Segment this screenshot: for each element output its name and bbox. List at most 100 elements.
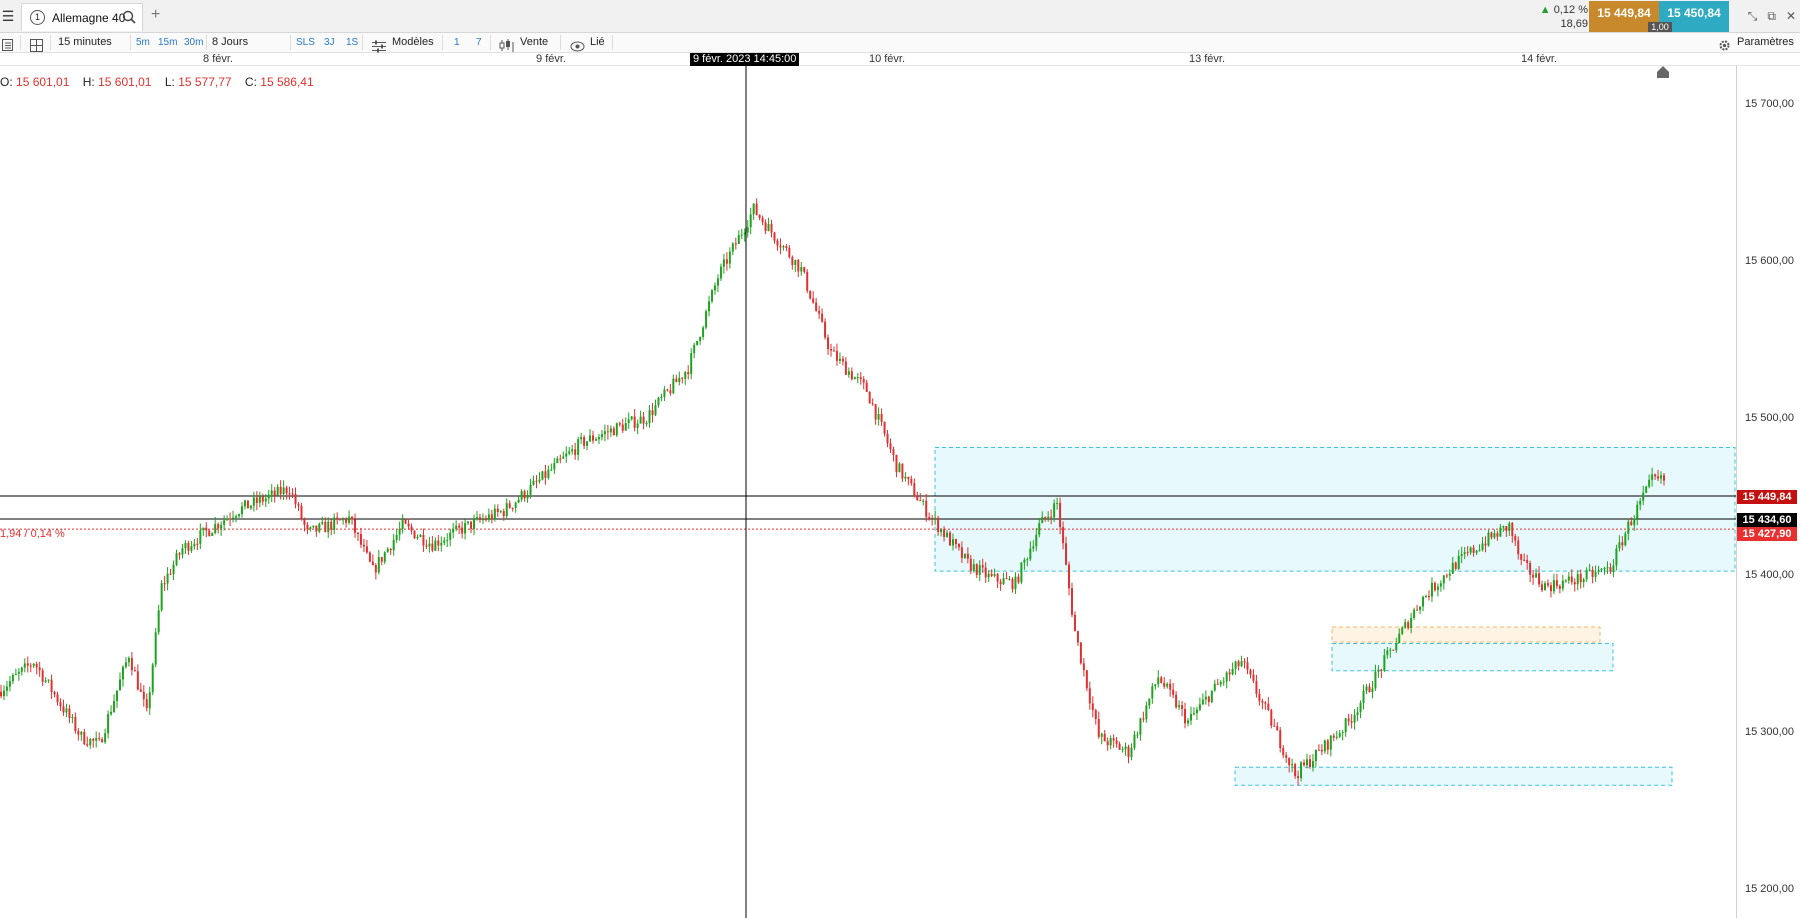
candle-body xyxy=(1401,627,1404,634)
candle-body xyxy=(1555,580,1558,587)
candle-body xyxy=(957,544,960,548)
range-3j[interactable]: 3J xyxy=(324,33,335,52)
candle-body xyxy=(160,583,163,611)
sell-mode-button[interactable]: Vente xyxy=(520,33,548,52)
candle-body xyxy=(496,508,499,513)
interval-5m[interactable]: 5m xyxy=(136,33,150,52)
candle-body xyxy=(954,539,957,545)
candle-body xyxy=(1219,681,1222,685)
candle-body xyxy=(455,525,458,530)
low-label: L: xyxy=(164,75,175,89)
detach-icon[interactable]: ⧉ xyxy=(1767,9,1776,24)
candle-body xyxy=(806,271,809,291)
candle-body xyxy=(547,469,550,478)
candle-body xyxy=(1035,534,1038,547)
candle-body xyxy=(333,517,336,530)
quantity-badge[interactable]: 1,00 xyxy=(1648,22,1672,32)
candle-body xyxy=(434,540,437,551)
candle-body xyxy=(1651,474,1654,480)
candle-body xyxy=(660,396,663,398)
candle-body xyxy=(758,214,761,218)
add-tab-icon[interactable]: + xyxy=(151,6,160,24)
close-icon[interactable]: ✕ xyxy=(1786,9,1796,24)
price-chart[interactable] xyxy=(0,66,1736,918)
zone-rect xyxy=(1331,643,1614,672)
interval-30m[interactable]: 30m xyxy=(184,33,203,52)
tab-allemagne-40[interactable]: 1 Allemagne 40 xyxy=(21,3,143,31)
candle-body xyxy=(1136,734,1139,736)
candle-body xyxy=(1573,581,1576,585)
candle-body xyxy=(374,565,377,573)
candle-body xyxy=(583,437,586,446)
candle-body xyxy=(377,557,380,573)
candle-body xyxy=(1457,555,1460,569)
candle-body xyxy=(95,738,98,741)
interval-select[interactable]: 15 minutes xyxy=(58,33,112,52)
candle-body xyxy=(1404,622,1407,628)
date-label: 14 févr. xyxy=(1520,53,1558,65)
candle-body xyxy=(330,521,333,530)
candle-body xyxy=(571,449,574,452)
candle-body xyxy=(574,449,577,455)
candle-body xyxy=(1228,672,1231,675)
candle-body xyxy=(1306,759,1309,766)
candle-body xyxy=(764,222,767,231)
button-1[interactable]: 1 xyxy=(454,33,460,52)
candle-body xyxy=(484,519,487,521)
candle-body xyxy=(1526,559,1529,564)
crosshair-date-label: 9 févr. 2023 14:45:00 xyxy=(690,53,800,66)
candle-body xyxy=(145,699,148,709)
candle-body xyxy=(1142,718,1145,720)
candle-body xyxy=(1308,759,1311,767)
candle-body xyxy=(107,714,110,734)
candle-body xyxy=(734,243,737,245)
home-icon[interactable] xyxy=(1656,65,1670,79)
candle-body xyxy=(77,730,80,735)
candle-body xyxy=(127,657,130,663)
candle-body xyxy=(895,454,898,473)
candle-body xyxy=(618,423,621,425)
range-sls[interactable]: SLS xyxy=(296,33,315,52)
candle-body xyxy=(26,663,29,666)
candle-body xyxy=(1523,559,1526,561)
button-7[interactable]: 7 xyxy=(476,33,482,52)
candle-body xyxy=(351,516,354,520)
candle-body xyxy=(133,670,136,672)
linked-button[interactable]: Lié xyxy=(590,33,605,52)
candle-body xyxy=(80,731,83,735)
candle-body xyxy=(1582,579,1585,583)
search-icon[interactable] xyxy=(122,10,136,24)
candle-body xyxy=(1192,713,1195,715)
candle-body xyxy=(904,476,907,479)
candle-body xyxy=(797,259,800,272)
candle-body xyxy=(728,251,731,264)
candle-body xyxy=(1630,521,1633,526)
candle-body xyxy=(1311,761,1314,767)
candle-body xyxy=(862,379,865,383)
candle-body xyxy=(1094,710,1097,720)
candle-body xyxy=(633,416,636,428)
candle-body xyxy=(803,267,806,272)
candle-body xyxy=(1389,649,1392,651)
candle-body xyxy=(101,739,104,743)
candle-body xyxy=(38,667,41,671)
candle-body xyxy=(1371,688,1374,692)
hamburger-menu-icon[interactable]: ☰ xyxy=(0,6,16,26)
candle-body xyxy=(1648,479,1651,487)
interval-15m[interactable]: 15m xyxy=(158,33,177,52)
candle-body xyxy=(949,532,952,546)
candle-body xyxy=(1213,683,1216,691)
models-button[interactable]: Modèles xyxy=(392,33,434,52)
range-1s[interactable]: 1S xyxy=(346,33,358,52)
candle-body xyxy=(98,738,101,740)
candle-body xyxy=(1320,749,1323,752)
candle-body xyxy=(413,530,416,539)
settings-button[interactable]: Paramètres xyxy=(1737,33,1794,52)
candle-body xyxy=(1065,543,1068,565)
range-select[interactable]: 8 Jours xyxy=(212,33,248,52)
candle-body xyxy=(589,435,592,442)
minimize-icon[interactable]: ⤡ xyxy=(1748,9,1758,24)
candle-body xyxy=(264,498,267,502)
candle-body xyxy=(71,716,74,718)
candle-body xyxy=(345,519,348,523)
